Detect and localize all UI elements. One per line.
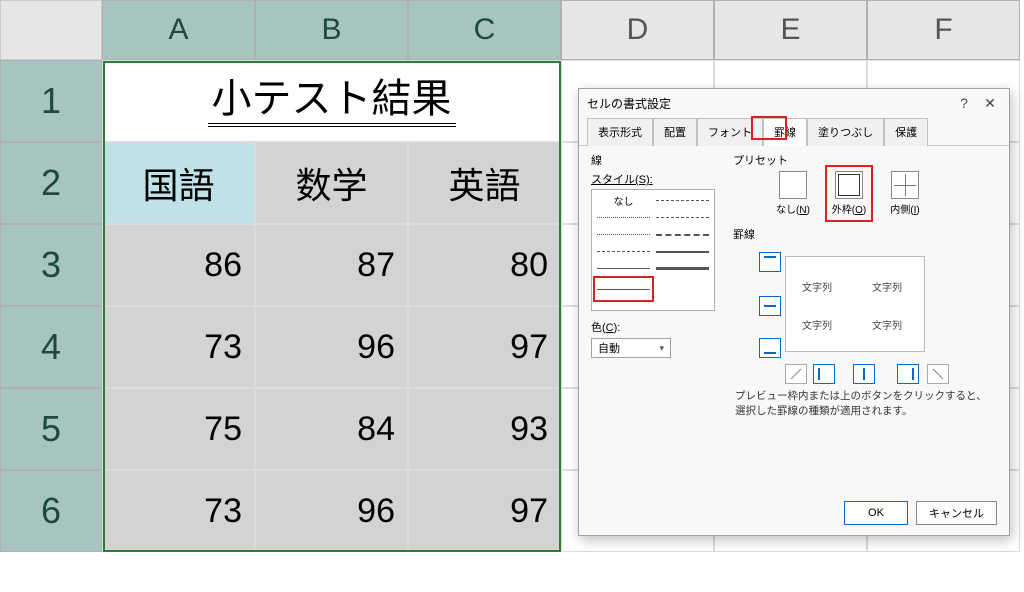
border-hint-text: プレビュー枠内または上のボタンをクリックすると、選択した罫線の種類が適用されます… — [735, 388, 995, 418]
line-style-listbox[interactable]: なし — [591, 189, 715, 311]
cell-C4[interactable]: 97 — [408, 306, 561, 388]
cell-B4[interactable]: 96 — [255, 306, 408, 388]
cell-B2[interactable]: 数学 — [255, 142, 408, 224]
preview-text-4: 文字列 — [872, 317, 902, 332]
color-dropdown[interactable]: 自動 ▾ — [591, 338, 671, 358]
select-all-corner[interactable] — [0, 0, 102, 60]
preset-outline-icon — [835, 171, 863, 199]
preset-none-icon — [779, 171, 807, 199]
tab-alignment[interactable]: 配置 — [653, 118, 697, 146]
tab-fill[interactable]: 塗りつぶし — [807, 118, 884, 146]
border-top-button[interactable] — [759, 252, 781, 272]
dialog-tabs: 表示形式 配置 フォント 罫線 塗りつぶし 保護 — [579, 117, 1009, 146]
row-header-3[interactable]: 3 — [0, 224, 102, 306]
cell-C2[interactable]: 英語 — [408, 142, 561, 224]
line-style-medium-dash[interactable] — [653, 226, 712, 243]
line-group-title: 線 — [591, 152, 715, 168]
line-style-hair[interactable] — [594, 209, 653, 226]
border-right-button[interactable] — [897, 364, 919, 384]
tab-border[interactable]: 罫線 — [763, 118, 807, 146]
line-style-double[interactable] — [653, 277, 712, 294]
border-bottom-button[interactable] — [759, 338, 781, 358]
column-header-A[interactable]: A — [102, 0, 255, 60]
line-style-medium[interactable] — [653, 243, 712, 260]
cell-A6[interactable]: 73 — [102, 470, 255, 552]
cell-A2[interactable]: 国語 — [102, 142, 255, 224]
ok-button[interactable]: OK — [844, 501, 908, 525]
column-header-B[interactable]: B — [255, 0, 408, 60]
close-button[interactable]: ✕ — [979, 92, 1001, 114]
tab-protection[interactable]: 保護 — [884, 118, 928, 146]
row-header-4[interactable]: 4 — [0, 306, 102, 388]
cell-C5[interactable]: 93 — [408, 388, 561, 470]
tab-font[interactable]: フォント — [697, 118, 763, 146]
border-group-title: 罫線 — [733, 226, 997, 242]
dialog-buttons: OK キャンセル — [844, 501, 997, 525]
title-text: 小テスト結果 — [208, 75, 456, 127]
cell-A3[interactable]: 86 — [102, 224, 255, 306]
chevron-down-icon: ▾ — [659, 343, 664, 354]
line-style-thin[interactable] — [594, 260, 653, 277]
preset-inside[interactable]: 内側(I) — [885, 171, 925, 216]
column-header-row: A B C D E F — [0, 0, 1024, 60]
border-left-button[interactable] — [813, 364, 835, 384]
help-button[interactable]: ? — [953, 92, 975, 114]
border-mid-v-button[interactable] — [853, 364, 875, 384]
cancel-button[interactable]: キャンセル — [916, 501, 997, 525]
row-header-6[interactable]: 6 — [0, 470, 102, 552]
border-diag-down-button[interactable] — [785, 364, 807, 384]
tab-display-format[interactable]: 表示形式 — [587, 118, 653, 146]
cell-A4[interactable]: 73 — [102, 306, 255, 388]
line-style-selected[interactable] — [594, 277, 653, 301]
dialog-title: セルの書式設定 — [587, 95, 671, 112]
column-header-D[interactable]: D — [561, 0, 714, 60]
column-header-C[interactable]: C — [408, 0, 561, 60]
color-label: 色(C): — [591, 319, 715, 335]
cell-B6[interactable]: 96 — [255, 470, 408, 552]
dialog-titlebar[interactable]: セルの書式設定 ? ✕ — [579, 89, 1009, 117]
preset-none[interactable]: なし(N) — [773, 171, 813, 216]
preset-outline[interactable]: 外枠(O) — [829, 169, 869, 218]
line-style-dash-dot[interactable] — [653, 209, 712, 226]
column-header-F[interactable]: F — [867, 0, 1020, 60]
row-header-2[interactable]: 2 — [0, 142, 102, 224]
line-style-thin-dash[interactable] — [653, 192, 712, 209]
border-preview-box[interactable]: 文字列 文字列 文字列 文字列 — [785, 256, 925, 352]
row-header-1[interactable]: 1 — [0, 60, 102, 142]
cell-C3[interactable]: 80 — [408, 224, 561, 306]
preview-text-3: 文字列 — [802, 317, 832, 332]
format-cells-dialog: セルの書式設定 ? ✕ 表示形式 配置 フォント 罫線 塗りつぶし 保護 線 ス… — [578, 88, 1010, 536]
border-diag-up-button[interactable] — [927, 364, 949, 384]
line-style-none[interactable]: なし — [594, 192, 653, 209]
row-header-5[interactable]: 5 — [0, 388, 102, 470]
preset-inside-icon — [891, 171, 919, 199]
line-style-dotted[interactable] — [594, 226, 653, 243]
border-preview: 文字列 文字列 文字列 文字列 — [759, 246, 989, 374]
cell-A5[interactable]: 75 — [102, 388, 255, 470]
preview-text-1: 文字列 — [802, 279, 832, 294]
border-mid-h-button[interactable] — [759, 296, 781, 316]
line-group: 線 スタイル(S): なし 色(C): 自動 ▾ — [591, 152, 715, 418]
line-style-thick[interactable] — [653, 260, 712, 277]
line-style-dashed2[interactable] — [594, 243, 653, 260]
color-value: 自動 — [598, 340, 620, 356]
preset-and-border-group: プリセット なし(N) 外枠(O) 内側(I) 罫線 — [733, 152, 997, 418]
cell-title-merged[interactable]: 小テスト結果 — [102, 60, 561, 142]
preset-group-title: プリセット — [733, 152, 997, 168]
preview-text-2: 文字列 — [872, 279, 902, 294]
column-header-E[interactable]: E — [714, 0, 867, 60]
style-label: スタイル(S): — [591, 171, 715, 187]
cell-B3[interactable]: 87 — [255, 224, 408, 306]
cell-C6[interactable]: 97 — [408, 470, 561, 552]
cell-B5[interactable]: 84 — [255, 388, 408, 470]
